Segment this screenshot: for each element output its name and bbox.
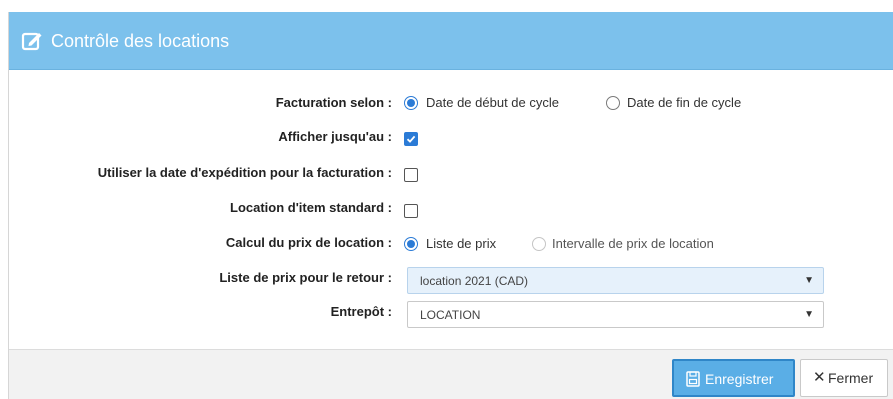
close-icon: ✕ — [813, 369, 826, 386]
rental-control-dialog: Contrôle des locations Facturation selon… — [8, 12, 893, 399]
save-button[interactable]: Enregistrer — [672, 359, 795, 397]
caret-down-icon: ▼ — [804, 309, 814, 320]
dialog-footer: Enregistrer ✕ Fermer — [9, 350, 893, 399]
warehouse-select[interactable]: LOCATION ▼ — [407, 301, 824, 328]
return-price-list-select[interactable]: location 2021 (CAD) ▼ — [407, 267, 824, 294]
warehouse-label: Entrepôt : — [330, 304, 392, 319]
billing-end-radio[interactable] — [606, 96, 620, 110]
dialog-body: Facturation selon : Date de début de cyc… — [9, 70, 893, 350]
return-price-list-label: Liste de prix pour le retour : — [219, 270, 392, 285]
use-ship-date-label: Utiliser la date d'expédition pour la fa… — [97, 165, 392, 180]
dialog-title: Contrôle des locations — [51, 31, 230, 51]
standard-item-label: Location d'item standard : — [230, 200, 392, 215]
billing-label: Facturation selon : — [275, 95, 392, 110]
return-price-list-value: location 2021 (CAD) — [420, 274, 529, 288]
close-button[interactable]: ✕ Fermer — [800, 359, 888, 397]
price-list-label[interactable]: Liste de prix — [426, 235, 496, 253]
price-interval-radio[interactable] — [532, 237, 546, 251]
billing-start-radio[interactable] — [404, 96, 418, 110]
save-button-label: Enregistrer — [705, 371, 774, 387]
close-button-label: Fermer — [828, 370, 874, 386]
save-icon — [686, 371, 700, 390]
standard-item-checkbox[interactable] — [404, 204, 418, 218]
price-interval-label[interactable]: Intervalle de prix de location — [552, 235, 714, 253]
check-icon — [406, 135, 416, 143]
price-calc-label: Calcul du prix de location : — [225, 235, 392, 250]
edit-icon — [21, 30, 43, 52]
price-list-radio[interactable] — [404, 237, 418, 251]
dialog-header: Contrôle des locations — [9, 12, 893, 70]
show-until-label: Afficher jusqu'au : — [278, 129, 392, 144]
billing-start-label[interactable]: Date de début de cycle — [426, 94, 559, 112]
caret-down-icon: ▼ — [804, 275, 814, 286]
use-ship-date-checkbox[interactable] — [404, 168, 418, 182]
show-until-checkbox[interactable] — [404, 132, 418, 146]
billing-end-label[interactable]: Date de fin de cycle — [627, 94, 741, 112]
warehouse-value: LOCATION — [420, 308, 481, 322]
